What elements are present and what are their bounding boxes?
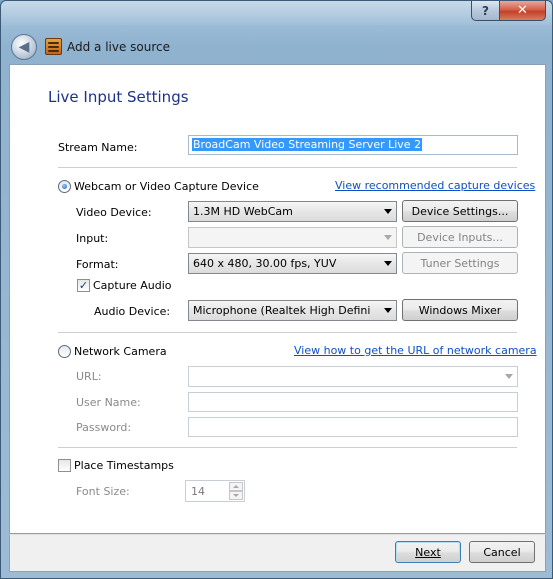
footer-bar: Next Cancel — [9, 534, 546, 572]
audio-device-label: Audio Device: — [94, 305, 171, 318]
next-button[interactable]: Next — [395, 541, 461, 563]
network-camera-radio[interactable] — [58, 345, 71, 358]
page-title: Live Input Settings — [48, 88, 189, 106]
audio-device-value: Microphone (Realtek High Defini — [193, 304, 371, 317]
cancel-label: Cancel — [483, 545, 521, 559]
input-label: Input: — [76, 232, 109, 245]
place-timestamps-label: Place Timestamps — [74, 459, 174, 472]
content-panel: Live Input Settings Stream Name: BroadCa… — [9, 64, 546, 534]
capture-audio-label: Capture Audio — [93, 279, 172, 292]
tuner-settings-label: Tuner Settings — [420, 256, 500, 270]
help-icon: ? — [482, 3, 489, 18]
username-input[interactable] — [188, 392, 518, 412]
chevron-down-icon — [384, 308, 392, 313]
video-device-select[interactable]: 1.3M HD WebCam — [188, 201, 397, 222]
tuner-settings-button[interactable]: Tuner Settings — [402, 252, 518, 274]
font-size-value: 14 — [191, 485, 205, 498]
format-label: Format: — [76, 258, 119, 271]
input-select[interactable] — [188, 227, 397, 248]
device-settings-label: Device Settings... — [411, 204, 509, 218]
device-inputs-button[interactable]: Device Inputs... — [402, 226, 518, 248]
wizard-header: ◀ Add a live source — [9, 30, 546, 63]
back-button[interactable]: ◀ — [11, 33, 37, 60]
windows-mixer-button[interactable]: Windows Mixer — [402, 299, 518, 321]
place-timestamps-checkbox[interactable] — [58, 459, 71, 472]
network-camera-help-link[interactable]: View how to get the URL of network camer… — [294, 344, 537, 357]
spin-up-icon[interactable] — [229, 482, 243, 491]
capture-audio-checkbox[interactable]: ✓ — [77, 279, 90, 292]
url-input[interactable] — [188, 366, 518, 387]
url-label: URL: — [76, 370, 102, 383]
separator — [58, 167, 517, 168]
username-label: User Name: — [76, 396, 141, 409]
window-frame: ? ✕ ◀ Add a live source Live Input Setti… — [0, 0, 553, 579]
chevron-down-icon — [505, 374, 513, 379]
chevron-down-icon — [384, 235, 392, 240]
password-label: Password: — [76, 421, 132, 434]
font-size-label: Font Size: — [76, 485, 130, 498]
format-select[interactable]: 640 x 480, 30.00 fps, YUV — [188, 253, 397, 274]
app-logo-icon — [45, 38, 62, 55]
webcam-option-label: Webcam or Video Capture Device — [74, 180, 259, 193]
format-value: 640 x 480, 30.00 fps, YUV — [193, 257, 337, 270]
stream-name-input[interactable]: BroadCam Video Streaming Server Live 2 — [188, 135, 518, 155]
help-button[interactable]: ? — [471, 1, 500, 21]
separator — [58, 447, 517, 448]
next-label: Next — [415, 545, 441, 559]
audio-device-select[interactable]: Microphone (Realtek High Defini — [188, 300, 397, 321]
wizard-title: Add a live source — [67, 39, 171, 54]
network-camera-label: Network Camera — [74, 345, 167, 358]
separator — [58, 332, 517, 333]
device-settings-button[interactable]: Device Settings... — [402, 200, 518, 222]
video-device-label: Video Device: — [76, 206, 152, 219]
close-icon: ✕ — [517, 3, 528, 18]
password-input[interactable] — [188, 417, 518, 437]
close-button[interactable]: ✕ — [499, 1, 546, 21]
checkmark-icon: ✓ — [78, 279, 89, 292]
recommended-devices-link[interactable]: View recommended capture devices — [335, 179, 535, 192]
device-inputs-label: Device Inputs... — [417, 230, 503, 244]
cancel-button[interactable]: Cancel — [469, 541, 535, 563]
windows-mixer-label: Windows Mixer — [418, 303, 502, 317]
chevron-down-icon — [384, 209, 392, 214]
webcam-radio[interactable] — [58, 180, 71, 193]
chevron-down-icon — [384, 261, 392, 266]
video-device-value: 1.3M HD WebCam — [193, 205, 293, 218]
back-arrow-icon: ◀ — [18, 38, 30, 55]
stream-name-value: BroadCam Video Streaming Server Live 2 — [192, 138, 423, 151]
font-size-stepper[interactable]: 14 — [185, 480, 245, 502]
stream-name-label: Stream Name: — [58, 141, 138, 154]
spin-down-icon[interactable] — [229, 491, 243, 500]
